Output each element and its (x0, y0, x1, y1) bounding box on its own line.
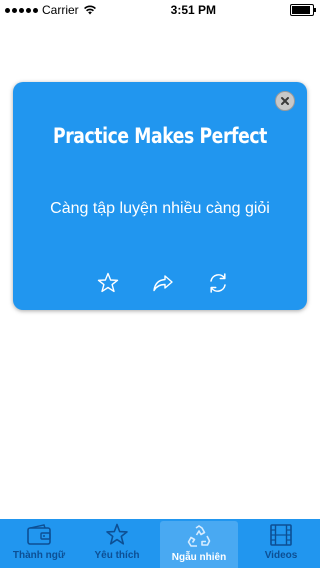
tab-label: Yêu thích (94, 550, 140, 561)
card-actions (13, 270, 307, 296)
status-time: 3:51 PM (170, 3, 217, 17)
tab-ngau-nhien[interactable]: Ngẫu nhiên (160, 521, 238, 568)
tab-yeu-thich[interactable]: Yêu thích (78, 519, 156, 568)
close-icon (281, 97, 289, 105)
recycle-icon (187, 525, 211, 547)
phrase-card: Practice Makes Perfect Càng tập luyện nh… (13, 82, 307, 310)
share-button[interactable] (150, 270, 176, 296)
close-button[interactable] (275, 91, 295, 111)
share-icon (153, 275, 173, 292)
phrase-translation: Càng tập luyện nhiều càng giỏi (50, 200, 270, 217)
tab-label: Thành ngữ (12, 550, 66, 561)
tab-thanh-ngu[interactable]: Thành ngữ (0, 519, 78, 568)
carrier-name: Carrier (42, 3, 79, 17)
status-left: Carrier (0, 3, 97, 17)
film-icon (270, 524, 292, 546)
star-icon (97, 272, 119, 293)
signal-icon (5, 7, 38, 13)
battery-icon (290, 4, 316, 16)
wallet-icon (27, 524, 51, 545)
refresh-icon (210, 273, 226, 293)
tab-bar: Thành ngữ Yêu thích Ngẫu nhiên Videos (0, 519, 320, 568)
refresh-button[interactable] (205, 270, 231, 296)
tab-label: Ngẫu nhiên (171, 552, 227, 563)
tab-label: Videos (264, 550, 298, 561)
tab-videos[interactable]: Videos (242, 519, 320, 568)
battery-level (292, 6, 310, 14)
favorite-button[interactable] (95, 270, 121, 296)
star-icon (106, 523, 128, 545)
status-bar: Carrier 3:51 PM (0, 0, 320, 20)
phrase-title: Practice Makes Perfect (52, 124, 268, 148)
wifi-icon (83, 5, 96, 15)
